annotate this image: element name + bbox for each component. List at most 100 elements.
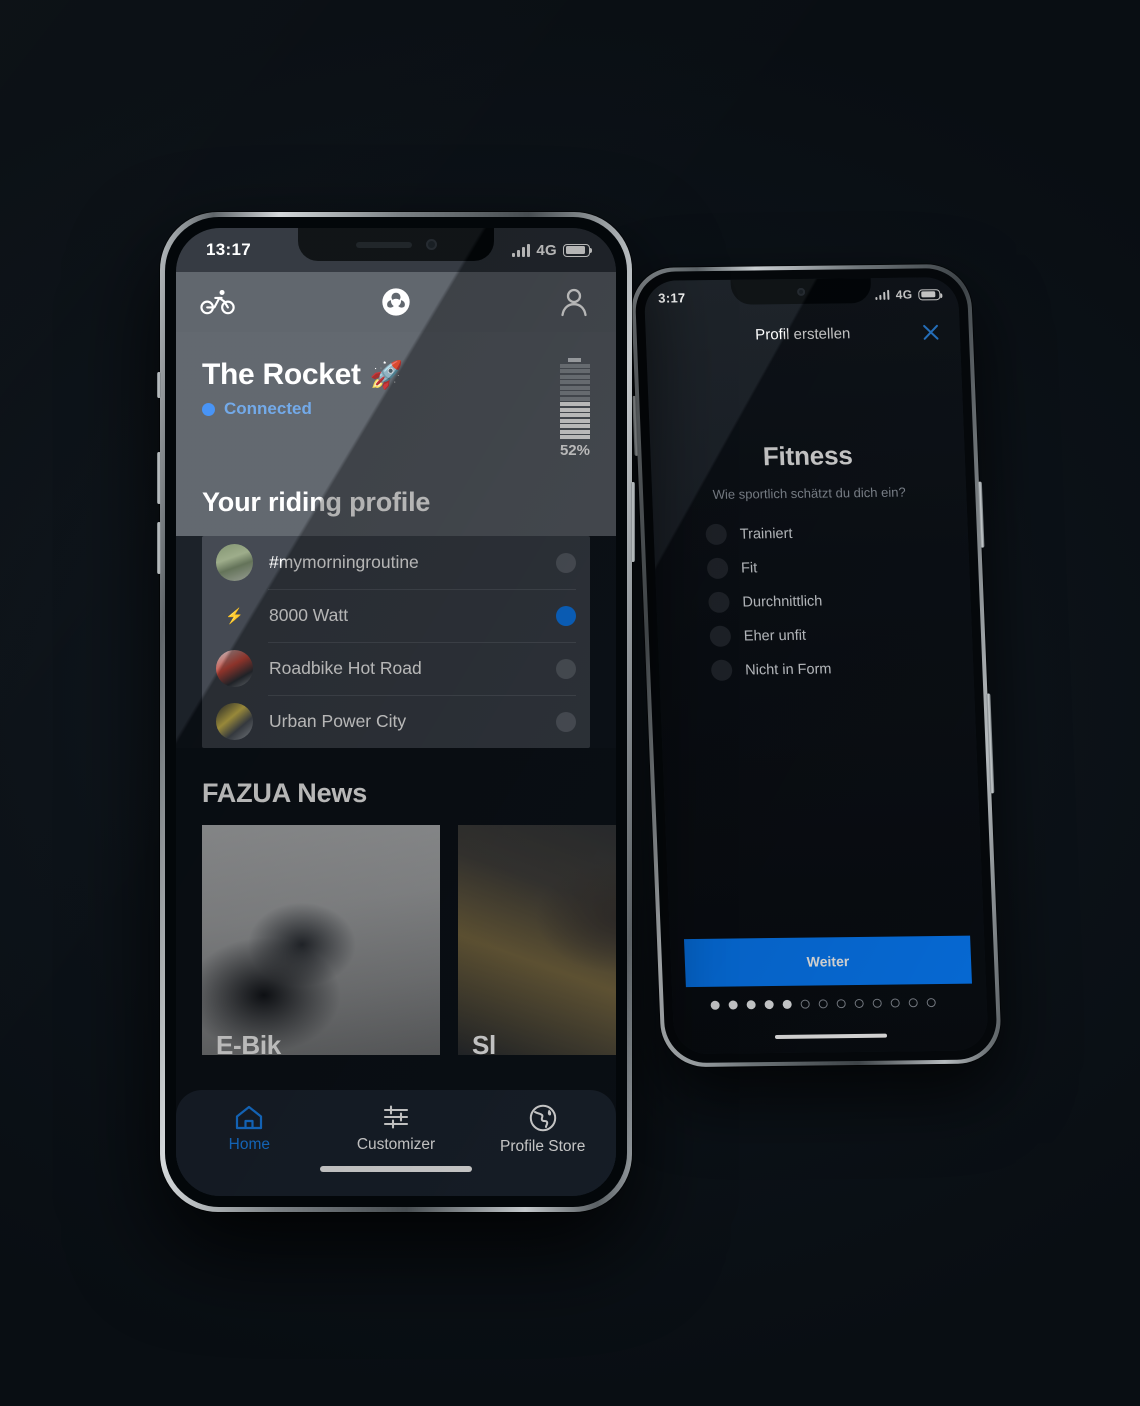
- pagination-dot-filled[interactable]: [746, 1000, 756, 1010]
- bottom-tab-bar: Home Customizer Profile Store: [176, 1090, 616, 1196]
- pagination-dot-empty[interactable]: [926, 998, 936, 1008]
- rocket-emoji-icon: 🚀: [369, 360, 404, 390]
- phone-bezel-left: 13:17 4G The Rocket 🚀 Connected 52% Your…: [165, 217, 627, 1207]
- riding-profile-row[interactable]: ⚡ 8000 Watt: [216, 589, 576, 642]
- network-type-label-right: 4G: [895, 287, 913, 302]
- riding-profile-label: 8000 Watt: [269, 605, 349, 625]
- side-button-volume-down-left[interactable]: [157, 522, 161, 574]
- phone-device-left: 13:17 4G The Rocket 🚀 Connected 52% Your…: [157, 212, 635, 1212]
- riding-profile-row[interactable]: Roadbike Hot Road: [216, 642, 576, 695]
- news-card-image: [202, 825, 440, 1055]
- riding-profile-label: Roadbike Hot Road: [269, 658, 422, 678]
- battery-segment: [559, 380, 590, 384]
- fitness-option-row[interactable]: Nicht in Form: [710, 657, 922, 681]
- fitness-option-row[interactable]: Eher unfit: [709, 623, 920, 647]
- fitness-option-row[interactable]: Durchnittlich: [708, 589, 919, 613]
- network-type-label-left: 4G: [536, 241, 557, 259]
- earpiece-speaker-icon: [355, 241, 412, 248]
- continue-button[interactable]: Weiter: [683, 935, 972, 988]
- status-time-left: 13:17: [206, 240, 251, 259]
- device-name-row: The Rocket 🚀: [202, 358, 403, 392]
- device-battery-percent: 52%: [559, 442, 590, 459]
- pagination-dot-empty[interactable]: [908, 998, 918, 1008]
- radio-unselected-icon[interactable]: [710, 659, 733, 681]
- battery-segment: [559, 418, 590, 423]
- news-section-title: FAZUA News: [202, 778, 368, 808]
- radio-unselected-icon[interactable]: [709, 625, 732, 647]
- device-battery-indicator: 52%: [560, 358, 590, 459]
- battery-segment: [559, 374, 590, 379]
- phone-screen-right: 3:17 4G Profil erstellen Fitness Wie spo…: [643, 276, 989, 1055]
- device-hero-section: The Rocket 🚀 Connected 52%: [176, 332, 616, 459]
- radio-unselected-icon[interactable]: [556, 658, 576, 679]
- wizard-pagination-dots: [672, 983, 987, 1010]
- page-subtitle: Wie sportlich schätzt du dich ein?: [712, 484, 906, 502]
- radio-selected-icon[interactable]: [556, 605, 576, 626]
- signal-bars-icon: [875, 289, 890, 300]
- front-camera-icon: [796, 287, 806, 296]
- radio-unselected-icon[interactable]: [706, 557, 729, 579]
- radio-unselected-icon[interactable]: [556, 711, 576, 732]
- profile-thumbnail: [216, 703, 253, 740]
- news-card[interactable]: E-Bik: [202, 825, 440, 1055]
- close-x-icon[interactable]: [919, 321, 942, 343]
- fitness-option-row[interactable]: Trainiert: [705, 521, 916, 545]
- wizard-title: Profil erstellen: [754, 324, 851, 343]
- notch-right: [730, 278, 872, 305]
- tab-profile-store[interactable]: Profile Store: [469, 1104, 616, 1156]
- tab-customizer[interactable]: Customizer: [323, 1104, 470, 1154]
- riding-profile-list-wrapper: #mymorningroutine ⚡ 8000 Watt Roadbike Hot …: [176, 536, 616, 748]
- riding-profile-row[interactable]: #mymorningroutine: [216, 536, 576, 589]
- fazua-logo-icon[interactable]: [378, 284, 414, 320]
- status-dot-icon: [202, 402, 215, 416]
- tab-customizer-label: Customizer: [356, 1136, 436, 1153]
- pagination-dot-filled[interactable]: [782, 999, 792, 1009]
- news-card-carousel[interactable]: E-Bik Sl: [202, 825, 616, 1055]
- fitness-option-row[interactable]: Fit: [706, 555, 918, 579]
- radio-unselected-icon[interactable]: [708, 591, 730, 613]
- signal-bars-icon: [512, 243, 531, 257]
- side-button-mute-left[interactable]: [157, 372, 161, 398]
- phone-bezel-right: 3:17 4G Profil erstellen Fitness Wie spo…: [634, 267, 999, 1064]
- vertical-battery-icon: [559, 358, 590, 439]
- pagination-dot-empty[interactable]: [890, 998, 900, 1008]
- pagination-dot-filled[interactable]: [710, 1000, 720, 1010]
- side-button-power-left[interactable]: [631, 482, 635, 562]
- radio-unselected-icon[interactable]: [705, 523, 728, 545]
- pagination-dot-empty[interactable]: [872, 998, 882, 1008]
- battery-icon: [918, 288, 941, 300]
- pagination-dot-empty[interactable]: [854, 998, 864, 1009]
- fitness-option-label: Durchnittlich: [742, 593, 823, 611]
- side-button-volume-up-left[interactable]: [157, 452, 161, 504]
- user-profile-icon[interactable]: [556, 284, 592, 320]
- battery-segment: [559, 396, 590, 401]
- fitness-option-label: Fit: [740, 559, 758, 577]
- riding-profile-row[interactable]: Urban Power City: [216, 695, 576, 748]
- battery-segment: [559, 385, 590, 390]
- news-card-image: [458, 825, 616, 1055]
- cyclist-icon[interactable]: [200, 284, 236, 320]
- battery-segment: [559, 413, 590, 417]
- radio-unselected-icon[interactable]: [556, 552, 576, 573]
- pagination-dot-filled[interactable]: [764, 1000, 774, 1010]
- pagination-dot-empty[interactable]: [818, 999, 828, 1009]
- battery-segment: [559, 391, 590, 395]
- battery-segment: [559, 407, 590, 412]
- fitness-options-list: Trainiert Fit Durchnittlich Eher unfit Nicht…: [705, 521, 922, 681]
- news-card-title: Sl: [472, 1030, 496, 1055]
- lightning-bolt-icon: ⚡: [225, 607, 244, 625]
- pagination-dot-empty[interactable]: [800, 999, 810, 1009]
- app-screen-profile-wizard: Profil erstellen Fitness Wie sportlich s…: [643, 276, 989, 1055]
- app-screen-home: 13:17 4G The Rocket 🚀 Connected 52% Your…: [176, 228, 616, 1196]
- battery-segment: [559, 402, 590, 406]
- tab-home[interactable]: Home: [176, 1104, 323, 1154]
- profile-thumbnail: [216, 544, 253, 581]
- riding-profile-label: Urban Power City: [269, 711, 407, 731]
- news-card[interactable]: Sl: [458, 825, 616, 1055]
- front-camera-icon: [425, 239, 437, 250]
- battery-segment: [559, 424, 590, 428]
- pagination-dot-filled[interactable]: [728, 1000, 738, 1010]
- page-title: Fitness: [762, 440, 854, 472]
- pagination-dot-empty[interactable]: [836, 999, 846, 1009]
- battery-segment: [559, 435, 590, 439]
